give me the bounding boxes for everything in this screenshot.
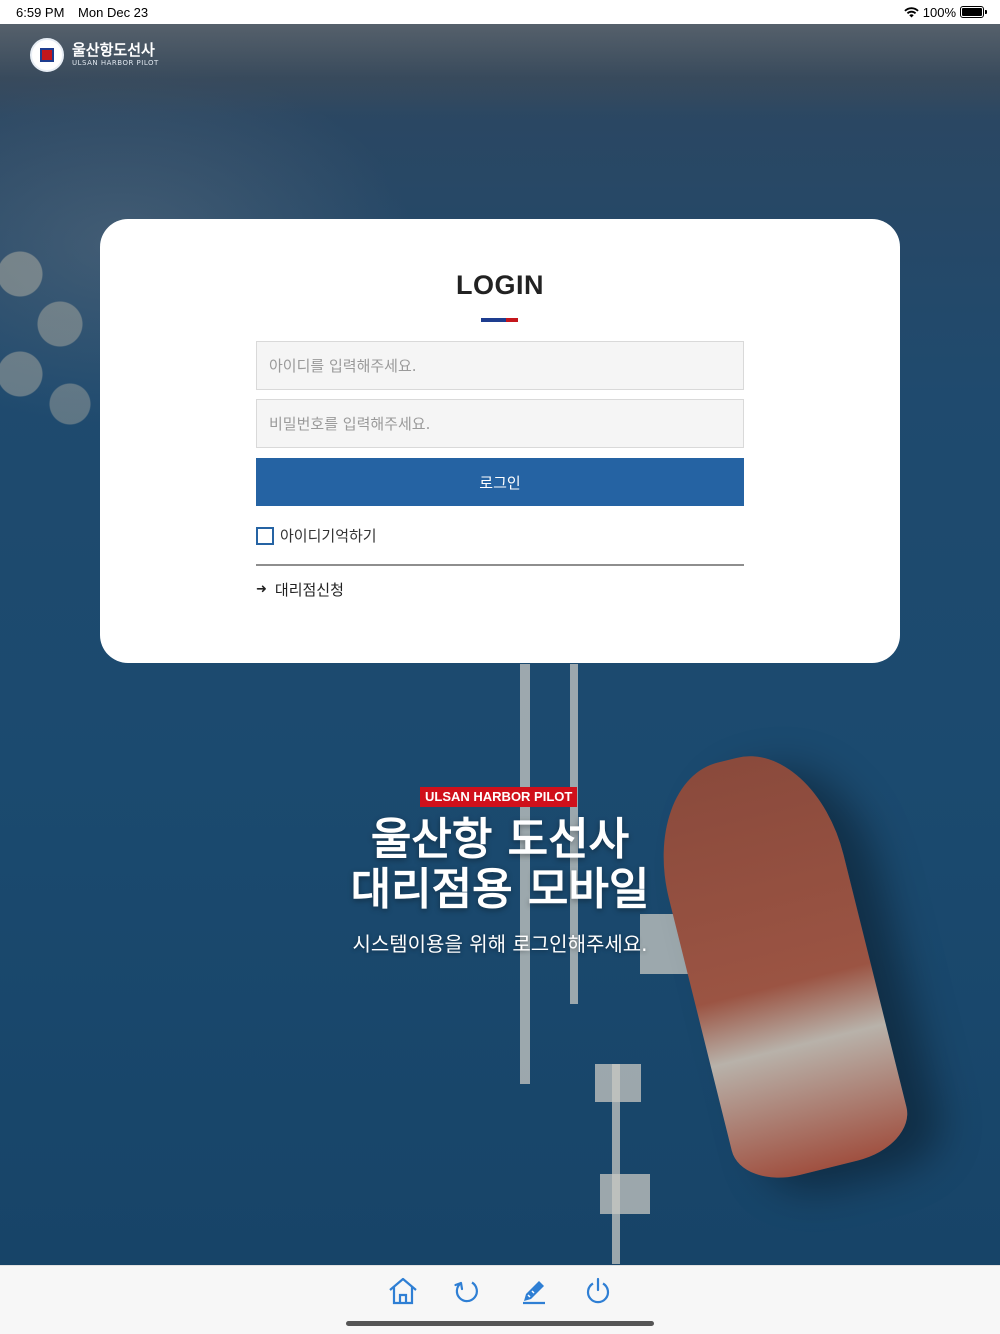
title-underline-navy [493,318,506,322]
wifi-icon [904,7,919,18]
refresh-button[interactable] [448,1274,484,1308]
home-icon [389,1277,417,1305]
status-left: 6:59 PM Mon Dec 23 [16,5,158,20]
battery-icon [960,6,987,18]
remember-id-label[interactable]: 아이디기억하기 [280,525,377,546]
pier-platform [600,1174,650,1214]
hero-title-line1: 울산항 도선사 [370,814,630,865]
home-button[interactable] [385,1274,421,1308]
logo-text: 울산항도선사 ULSAN HARBOR PILOT [72,42,159,68]
logo-name-en: ULSAN HARBOR PILOT [72,59,159,67]
status-time: 6:59 PM [16,4,65,20]
logo-flag [40,48,54,62]
remember-id-checkbox[interactable] [256,526,274,545]
login-button[interactable]: 로그인 [256,458,744,506]
id-input[interactable] [256,341,744,390]
storage-tanks [0,234,110,434]
arrow-right-icon: ➜ [256,582,267,597]
login-title: LOGIN [456,270,544,300]
hero-badge: ULSAN HARBOR PILOT [420,787,578,807]
logo-emblem-icon [30,38,64,72]
card-divider [256,564,744,566]
edit-button[interactable] [516,1274,552,1308]
pier-platform [595,1064,641,1102]
title-underline [481,318,518,322]
power-button[interactable] [580,1274,616,1308]
remember-id[interactable]: 아이디기억하기 [256,525,377,546]
agency-apply-label[interactable]: 대리점신청 [275,579,344,600]
status-date: Mon Dec 23 [78,4,149,20]
logo-name-ko: 울산항도선사 [72,41,155,59]
edit-icon [523,1281,545,1305]
refresh-icon [454,1281,478,1303]
hero-subtitle: 시스템이용을 위해 로그인해주세요. [352,932,648,956]
hero-title-line2: 대리점용 모바일 [350,864,650,915]
agency-apply-link[interactable]: ➜ 대리점신청 [256,579,344,600]
title-underline-red [505,318,518,322]
brand-logo[interactable]: 울산항도선사 ULSAN HARBOR PILOT [30,38,159,72]
battery-fill [962,8,982,16]
home-indicator[interactable] [346,1321,654,1326]
status-bar: 6:59 PM Mon Dec 23 100% [0,0,1000,24]
status-right: 100% [904,4,987,20]
battery-percent: 100% [922,4,956,20]
title-underline-navy [481,318,494,322]
password-input[interactable] [256,399,744,448]
power-icon [586,1277,610,1304]
